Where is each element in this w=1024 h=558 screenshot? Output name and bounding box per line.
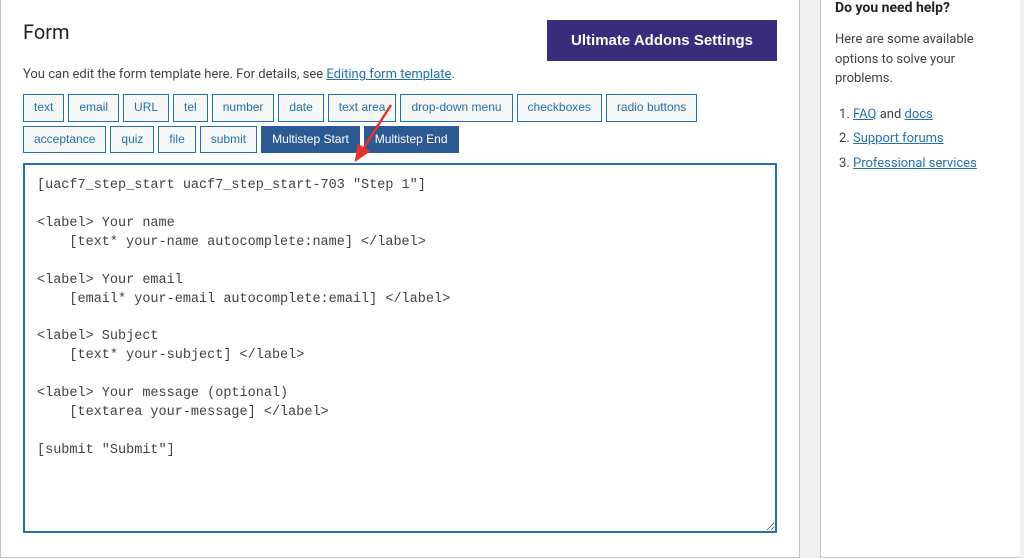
form-editor-panel: Form Ultimate Addons Settings You can ed…: [0, 0, 800, 558]
help-panel: Do you need help? Here are some availabl…: [820, 0, 1020, 558]
tag-text-area-button[interactable]: text area: [328, 94, 397, 122]
tag-number-button[interactable]: number: [212, 94, 275, 122]
professional-services-link[interactable]: Professional services: [853, 156, 977, 171]
help-item-support: Support forums: [853, 127, 1006, 152]
tag-email-button[interactable]: email: [68, 94, 119, 122]
help-desc: Here are some available options to solve…: [835, 30, 1006, 89]
tag-checkboxes-button[interactable]: checkboxes: [517, 94, 602, 122]
form-title: Form: [23, 20, 70, 44]
form-template-textarea[interactable]: [23, 163, 777, 533]
tag-acceptance-button[interactable]: acceptance: [23, 126, 106, 154]
help-item-professional: Professional services: [853, 152, 1006, 177]
tag-file-button[interactable]: file: [158, 126, 195, 154]
ultimate-addons-settings-button[interactable]: Ultimate Addons Settings: [547, 20, 777, 61]
tag-quiz-button[interactable]: quiz: [110, 126, 154, 154]
help-title: Do you need help?: [835, 0, 1006, 16]
tag-text-button[interactable]: text: [23, 94, 64, 122]
faq-link[interactable]: FAQ: [853, 107, 876, 122]
subtitle-prefix: You can edit the form template here. For…: [23, 67, 326, 82]
tag-multistep-start-button[interactable]: Multistep Start: [261, 126, 360, 154]
tag-button-row: textemailURLtelnumberdatetext areadrop-d…: [23, 94, 777, 153]
subtitle-suffix: .: [451, 67, 454, 82]
tag-drop-down-menu-button[interactable]: drop-down menu: [400, 94, 512, 122]
tag-url-button[interactable]: URL: [123, 94, 169, 122]
tag-radio-buttons-button[interactable]: radio buttons: [606, 94, 697, 122]
tag-multistep-end-button[interactable]: Multistep End: [364, 126, 459, 154]
tag-submit-button[interactable]: submit: [200, 126, 257, 154]
help-item-faq-docs: FAQ and docs: [853, 103, 1006, 128]
tag-date-button[interactable]: date: [278, 94, 323, 122]
tag-tel-button[interactable]: tel: [173, 94, 208, 122]
help-list: FAQ and docs Support forums Professional…: [835, 103, 1006, 177]
support-forums-link[interactable]: Support forums: [853, 131, 944, 146]
form-subtitle: You can edit the form template here. For…: [23, 67, 777, 82]
docs-link[interactable]: docs: [905, 107, 933, 122]
editing-form-template-link[interactable]: Editing form template: [326, 67, 451, 82]
